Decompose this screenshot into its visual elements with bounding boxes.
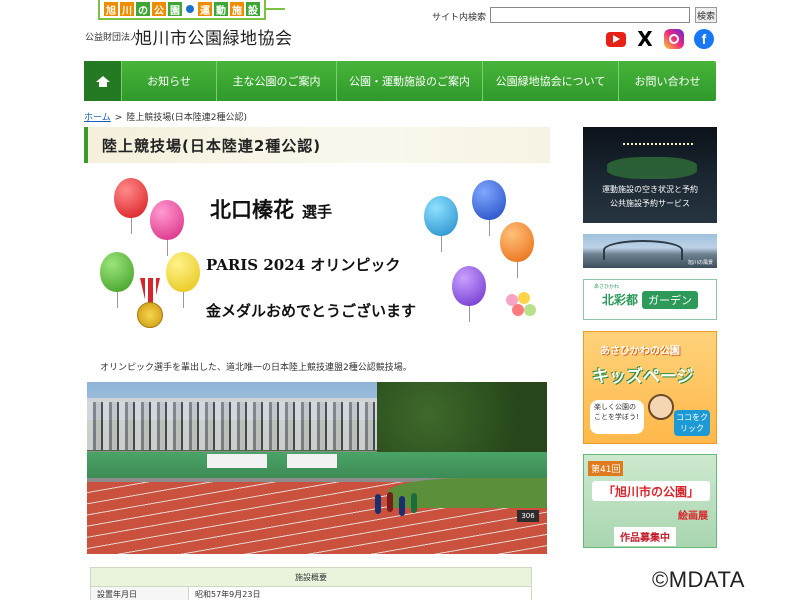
instagram-icon[interactable] <box>663 28 685 50</box>
balloon-purple <box>452 266 486 322</box>
logo-char: 設 <box>246 2 260 17</box>
nav-park-facilities[interactable]: 公園・運動施設のご案内 <box>337 61 483 101</box>
reservation-caption-1: 運動施設の空き状況と予約 <box>602 185 698 194</box>
contest-title: 「旭川市の公園」 <box>592 481 710 501</box>
watermark: ©MDATA <box>652 567 745 592</box>
table-value: 昭和57年9月23日 <box>188 586 532 600</box>
breadcrumb: ホーム > 陸上競技場(日本陸連2種公認) <box>84 110 247 123</box>
banner-event: PARIS 2024 オリンピック <box>206 256 401 274</box>
garden-label: ガーデン <box>642 290 698 309</box>
logo-char: 旭 <box>104 2 118 17</box>
scenery-banner[interactable]: 旭川の風景 <box>583 234 717 268</box>
reservation-banner[interactable]: 運動施設の空き状況と予約 公共施設予約サービス <box>583 127 717 223</box>
search-input[interactable] <box>490 7 690 23</box>
logo-char: 施 <box>230 2 244 17</box>
kids-page-banner[interactable]: あさひかわの公園 キッズページ 楽しく公園のことを学ぼう! ココをクリック <box>583 331 717 444</box>
home-icon <box>95 75 110 87</box>
logo-char: 川 <box>120 2 134 17</box>
runner <box>387 492 393 512</box>
banner-name: 北口榛花 <box>210 197 294 222</box>
x-icon[interactable]: X <box>634 27 656 51</box>
nav-news[interactable]: お知らせ <box>122 61 217 101</box>
kitasaito-garden-banner[interactable]: あさひかわ 北彩都 ガーデン <box>583 279 717 320</box>
balloon-blue <box>472 180 506 236</box>
contest-number: 第41回 <box>588 461 624 476</box>
olympic-banner: 北口榛花 選手 PARIS 2024 オリンピック 金メダルおめでとうございます <box>96 172 548 340</box>
table-key: 設置年月日 <box>90 586 189 600</box>
nav-home[interactable] <box>84 61 122 101</box>
kitasaito-small: あさひかわ <box>594 284 620 290</box>
kids-title: キッズページ <box>592 367 694 387</box>
org-type: 公益財団法人 <box>85 33 140 43</box>
search-label: サイト内検索 <box>432 13 487 23</box>
intro-text: オリンピック選手を輩出した、道北唯一の日本陸上競技連盟2種公認競技場。 <box>100 363 412 373</box>
runner <box>399 496 405 516</box>
balloon-yellow <box>166 252 200 308</box>
logo-char: 動 <box>214 2 228 17</box>
kitasaito-title: 北彩都 <box>601 293 638 307</box>
runner <box>411 493 417 513</box>
painting-contest-banner[interactable]: 第41回 「旭川市の公園」 絵画展 作品募集中 <box>583 454 717 548</box>
scenery-caption: 旭川の風景 <box>687 260 713 266</box>
nav-contact[interactable]: お問い合わせ <box>619 61 716 101</box>
balloon-pink <box>150 200 184 256</box>
banner-athlete: 北口榛花 選手 <box>210 194 332 224</box>
balloon-orange <box>500 222 534 278</box>
runner <box>375 494 381 514</box>
stadium-photo: 306 <box>87 382 547 554</box>
logo-char: 運 <box>198 2 212 17</box>
logo-char: 公 <box>152 2 166 17</box>
reservation-caption-2: 公共施設予約サービス <box>610 199 690 208</box>
table-row: 設置年月日 昭和57年9月23日 <box>90 586 532 600</box>
contest-cta: 作品募集中 <box>614 527 676 546</box>
balloon-cyan <box>424 196 458 252</box>
site-logo-tag[interactable]: 旭 川 の 公 園 運 動 施 設 <box>98 0 266 20</box>
breadcrumb-home[interactable]: ホーム <box>84 113 111 123</box>
breadcrumb-separator: > <box>114 113 123 123</box>
grandstand <box>87 402 387 450</box>
lap-counter: 306 <box>517 510 539 522</box>
facebook-icon[interactable]: f <box>693 28 715 50</box>
trees <box>377 382 547 462</box>
bridge-icon <box>603 240 683 260</box>
kids-bubble: 楽しく公園のことを学ぼう! <box>590 400 644 434</box>
search-button[interactable]: 検索 <box>695 7 717 23</box>
org-name[interactable]: 旭川市公園緑地協会 <box>135 24 293 49</box>
facility-table: 施設概要 設置年月日 昭和57年9月23日 <box>90 567 532 600</box>
logo-dot-icon <box>186 5 194 13</box>
kids-click-button[interactable]: ココをクリック <box>674 410 710 436</box>
contest-subtitle: 絵画展 <box>678 511 708 522</box>
main-nav: お知らせ 主な公園のご案内 公園・運動施設のご案内 公園緑地協会について お問い… <box>84 61 716 101</box>
page-title: 陸上競技場(日本陸連2種公認) <box>84 127 550 163</box>
kids-sub: あさひかわの公園 <box>600 346 680 357</box>
kid-character-icon <box>648 394 674 420</box>
youtube-icon[interactable] <box>605 28 627 50</box>
breadcrumb-current: 陸上競技場(日本陸連2種公認) <box>126 113 248 123</box>
logo-char: 園 <box>168 2 182 17</box>
banner-suffix: 選手 <box>302 203 333 221</box>
logo-char: の <box>136 2 150 17</box>
banner-congrats: 金メダルおめでとうございます <box>206 302 417 320</box>
nav-main-parks[interactable]: 主な公園のご案内 <box>217 61 337 101</box>
balloon-green <box>100 252 134 308</box>
table-header: 施設概要 <box>90 567 532 587</box>
bouquet-icon <box>500 290 540 330</box>
balloon-red <box>114 178 148 234</box>
logo-divider <box>265 8 285 10</box>
nav-about[interactable]: 公園緑地協会について <box>483 61 619 101</box>
